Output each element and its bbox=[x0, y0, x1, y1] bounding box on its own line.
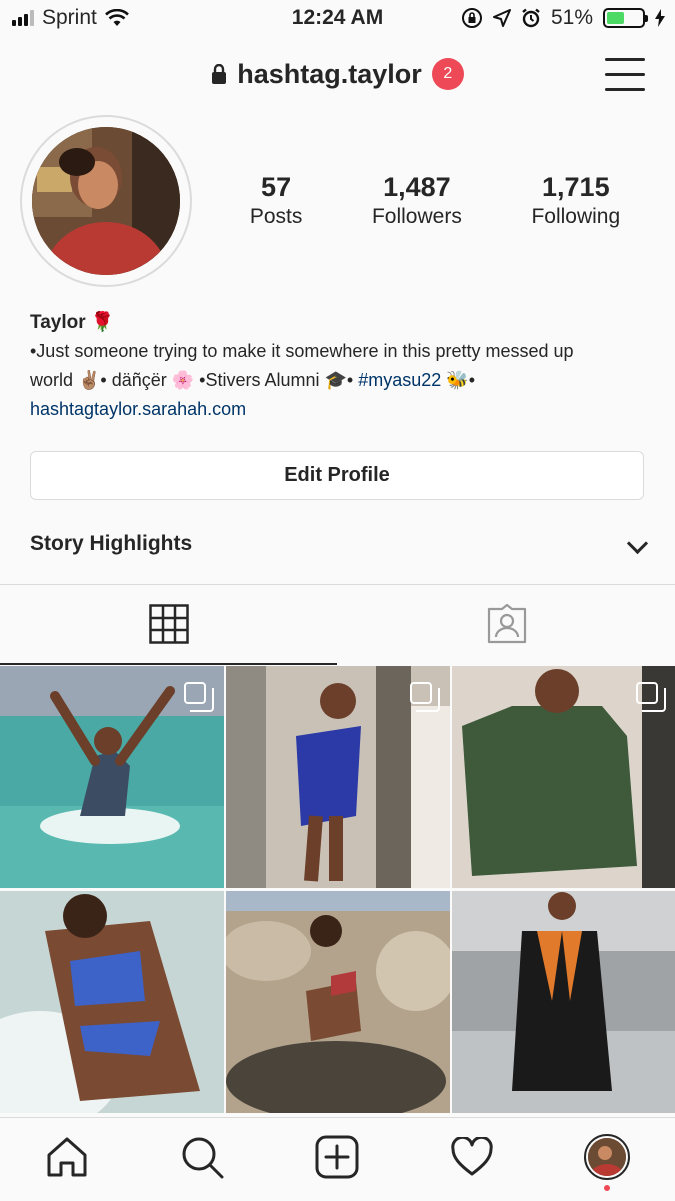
notification-dot bbox=[604, 1185, 610, 1191]
website-link[interactable]: hashtagtaylor.sarahah.com bbox=[30, 395, 650, 424]
username[interactable]: hashtag.taylor bbox=[237, 59, 422, 90]
profile-tabs bbox=[0, 585, 675, 665]
post-thumbnail[interactable] bbox=[0, 891, 224, 1113]
following-label: Following bbox=[531, 205, 621, 228]
nav-activity[interactable] bbox=[447, 1132, 497, 1182]
post-thumbnail[interactable] bbox=[452, 891, 675, 1113]
bio-hashtag-link[interactable]: #myasu22 bbox=[358, 370, 441, 390]
activity-heart-icon bbox=[451, 1137, 493, 1176]
profile-avatar-ring[interactable] bbox=[20, 115, 192, 287]
edit-profile-button[interactable]: Edit Profile bbox=[30, 451, 644, 500]
posts-label: Posts bbox=[249, 205, 303, 228]
post-thumbnail[interactable] bbox=[452, 666, 675, 888]
status-right: 51% bbox=[461, 6, 665, 30]
story-highlights-row[interactable]: Story Highlights bbox=[30, 532, 649, 556]
multiple-photos-icon bbox=[184, 682, 214, 712]
post-thumbnail[interactable] bbox=[226, 891, 450, 1113]
alarm-icon bbox=[522, 8, 540, 28]
username-bar[interactable]: hashtag.taylor 2 bbox=[0, 58, 675, 90]
tab-grid-view[interactable] bbox=[0, 585, 337, 665]
multiple-photos-icon bbox=[410, 682, 440, 712]
home-icon bbox=[47, 1137, 87, 1177]
followers-label: Followers bbox=[371, 205, 462, 228]
orientation-lock-icon bbox=[461, 8, 482, 28]
search-icon bbox=[182, 1137, 224, 1179]
battery-icon bbox=[603, 8, 648, 28]
followers-stat[interactable]: 1,487 Followers bbox=[372, 172, 462, 229]
bio-line-1: •Just someone trying to make it somewher… bbox=[30, 341, 574, 361]
nav-profile[interactable] bbox=[582, 1132, 632, 1191]
menu-icon[interactable] bbox=[605, 58, 645, 92]
profile-header: hashtag.taylor 2 bbox=[0, 50, 675, 105]
following-count: 1,715 bbox=[542, 172, 610, 202]
story-highlights-label: Story Highlights bbox=[30, 532, 193, 555]
add-post-icon bbox=[315, 1135, 359, 1179]
display-name: Taylor 🌹 bbox=[30, 312, 115, 333]
nav-add-post[interactable] bbox=[312, 1132, 362, 1182]
status-bar: Sprint 12:24 AM 51% bbox=[0, 0, 675, 38]
followers-count: 1,487 bbox=[383, 172, 451, 202]
location-icon bbox=[492, 9, 511, 27]
charging-icon bbox=[655, 9, 665, 27]
lock-icon bbox=[212, 64, 227, 84]
profile-bio: Taylor 🌹 •Just someone trying to make it… bbox=[30, 308, 650, 424]
tab-tagged[interactable] bbox=[338, 585, 675, 663]
notification-badge[interactable]: 2 bbox=[431, 58, 464, 90]
multiple-photos-icon bbox=[636, 682, 666, 712]
bio-line-2b: 🐝• bbox=[441, 370, 476, 390]
chevron-down-icon[interactable] bbox=[626, 532, 649, 555]
profile-avatar[interactable] bbox=[584, 1134, 630, 1180]
bio-line-2a: world ✌🏽• däñçër 🌸 •Stivers Alumni 🎓• bbox=[30, 370, 359, 390]
posts-stat[interactable]: 57 Posts bbox=[250, 172, 303, 229]
tagged-person-icon bbox=[487, 603, 526, 644]
nav-home[interactable] bbox=[42, 1132, 92, 1182]
posts-count: 57 bbox=[261, 172, 292, 202]
profile-stats: 57 Posts 1,487 Followers 1,715 Following bbox=[215, 172, 655, 229]
nav-search[interactable] bbox=[177, 1132, 227, 1182]
bottom-nav bbox=[0, 1117, 675, 1201]
profile-avatar[interactable] bbox=[32, 127, 180, 275]
post-thumbnail[interactable] bbox=[0, 666, 224, 888]
battery-percent: 51% bbox=[550, 6, 593, 29]
following-stat[interactable]: 1,715 Following bbox=[531, 172, 620, 229]
battery-level-fill bbox=[607, 12, 624, 24]
grid-icon bbox=[148, 604, 189, 644]
bio-text: •Just someone trying to make it somewher… bbox=[30, 337, 650, 395]
post-thumbnail[interactable] bbox=[226, 666, 450, 888]
